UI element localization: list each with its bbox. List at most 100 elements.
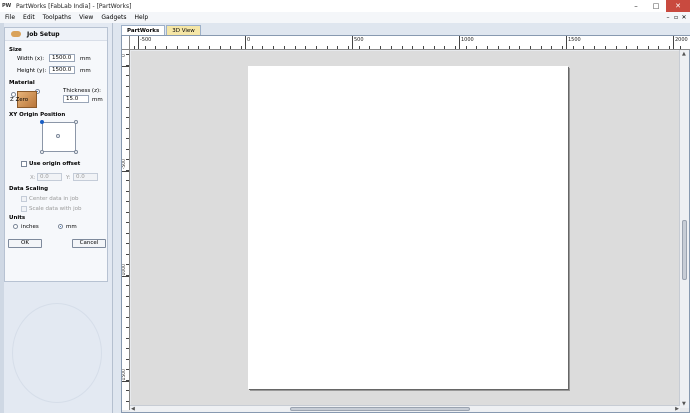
width-input[interactable]: 1500.0 [49, 54, 75, 62]
horizontal-scrollbar[interactable]: ◀ ▶ [130, 405, 680, 412]
use-origin-offset-label: Use origin offset [29, 161, 81, 167]
ruler-corner [122, 36, 130, 50]
ruler-minor-tick [230, 46, 232, 49]
tab-3d-view[interactable]: 3D View [166, 25, 201, 35]
origin-bottom-left-radio[interactable] [40, 150, 44, 154]
menu-edit[interactable]: Edit [20, 14, 38, 21]
cancel-button[interactable]: Cancel [72, 239, 106, 248]
drawing-view: -500 0 500 1000 1500 2000 0 -500 -1000 -1500 ▲ ▼… [121, 35, 690, 413]
ruler-minor-tick [126, 190, 129, 192]
units-section-label: Units [9, 215, 26, 221]
height-label: Height (y): [17, 68, 47, 74]
ruler-minor-tick [126, 306, 129, 307]
mdi-close-button[interactable]: ✕ [680, 12, 688, 23]
document-tabs: PartWorks 3D View [121, 25, 202, 35]
y-offset-input[interactable]: 0.0 [73, 173, 98, 181]
ruler-minor-tick [337, 46, 339, 49]
ruler-major-tick [122, 171, 129, 172]
xy-origin-section-label: XY Origin Position [9, 112, 66, 118]
ruler-minor-tick [315, 46, 317, 49]
ok-button[interactable]: OK [8, 239, 42, 248]
ruler-minor-tick [126, 96, 129, 97]
ruler-minor-tick [126, 274, 129, 276]
ruler-label: 0 [247, 37, 251, 43]
scroll-left-icon[interactable]: ◀ [131, 406, 135, 412]
ruler-minor-tick [529, 46, 531, 49]
menu-bar: File Edit Toolpaths View Gadgets Help – … [0, 12, 690, 23]
ruler-minor-tick [604, 46, 606, 49]
ruler-label: 1000 [461, 37, 474, 43]
panel-title: Job Setup [27, 30, 60, 38]
mdi-minimize-button[interactable]: – [664, 12, 672, 23]
use-origin-offset-checkbox[interactable] [21, 161, 27, 167]
maximize-button[interactable]: □ [646, 0, 666, 12]
origin-bottom-right-radio[interactable] [74, 150, 78, 154]
ruler-minor-tick [219, 46, 221, 49]
size-section-label: Size [9, 47, 22, 53]
ruler-minor-tick [572, 46, 574, 49]
drawing-canvas[interactable] [131, 51, 680, 405]
minimize-button[interactable]: – [626, 0, 646, 12]
close-button[interactable]: ✕ [666, 0, 690, 12]
ruler-minor-tick [144, 46, 146, 49]
ruler-minor-tick [636, 46, 638, 49]
ruler-minor-tick [176, 46, 178, 49]
document-area: PartWorks 3D View -500 0 500 1000 1500 2000 0… [113, 23, 690, 413]
center-data-label: Center data in job [29, 196, 79, 202]
ruler-minor-tick [126, 75, 129, 76]
ruler-minor-tick [126, 327, 129, 328]
ruler-minor-tick [126, 106, 129, 108]
menu-gadgets[interactable]: Gadgets [98, 14, 129, 21]
thickness-input[interactable]: 15.0 [63, 95, 89, 103]
width-unit: mm [80, 56, 91, 62]
scale-data-checkbox[interactable] [21, 206, 27, 212]
menu-file[interactable]: File [2, 14, 18, 21]
material-sheet[interactable] [248, 66, 568, 389]
ruler-minor-tick [348, 46, 349, 49]
scroll-up-icon[interactable]: ▲ [682, 51, 686, 57]
inches-label: inches [21, 224, 39, 230]
origin-center-radio[interactable] [56, 134, 60, 138]
ruler-minor-tick [126, 285, 129, 286]
thickness-unit: mm [92, 97, 103, 103]
mm-label: mm [66, 224, 77, 230]
vertical-scroll-thumb[interactable] [682, 220, 687, 280]
scroll-down-icon[interactable]: ▼ [682, 401, 686, 407]
ruler-label: 1500 [568, 37, 581, 43]
vertical-scrollbar[interactable]: ▲ ▼ [679, 50, 689, 408]
ruler-minor-tick [476, 46, 478, 49]
ruler-minor-tick [126, 54, 129, 55]
mdi-restore-button[interactable]: ▫ [672, 12, 680, 23]
height-input[interactable]: 1500.0 [49, 66, 75, 74]
ruler-minor-tick [126, 180, 129, 181]
app-icon: PW [2, 3, 12, 9]
horizontal-scroll-thumb[interactable] [290, 407, 470, 411]
ruler-minor-tick [519, 46, 521, 49]
ruler-minor-tick [126, 243, 129, 244]
ruler-minor-tick [187, 46, 189, 49]
origin-top-right-radio[interactable] [74, 120, 78, 124]
ruler-minor-tick [126, 232, 129, 234]
mm-radio[interactable] [58, 224, 63, 229]
origin-top-left-radio[interactable] [40, 120, 44, 124]
x-offset-input[interactable]: 0.0 [37, 173, 62, 181]
ruler-minor-tick [126, 85, 129, 87]
ruler-minor-tick [444, 46, 446, 49]
zzero-label: Z Zero [10, 97, 29, 103]
center-data-checkbox[interactable] [21, 196, 27, 202]
ruler-minor-tick [465, 46, 467, 49]
ruler-minor-tick [126, 211, 129, 213]
ruler-minor-tick [126, 169, 129, 171]
scroll-right-icon[interactable]: ▶ [675, 406, 679, 412]
inches-radio[interactable] [13, 224, 18, 229]
ruler-minor-tick [126, 222, 129, 223]
menu-view[interactable]: View [76, 14, 96, 21]
menu-toolpaths[interactable]: Toolpaths [40, 14, 74, 21]
tab-partworks[interactable]: PartWorks [121, 25, 166, 35]
ruler-minor-tick [126, 316, 129, 318]
ruler-minor-tick [126, 337, 129, 339]
ruler-minor-tick [412, 46, 414, 49]
ruler-major-tick [245, 36, 246, 49]
ruler-major-tick [122, 66, 129, 67]
menu-help[interactable]: Help [131, 14, 151, 21]
